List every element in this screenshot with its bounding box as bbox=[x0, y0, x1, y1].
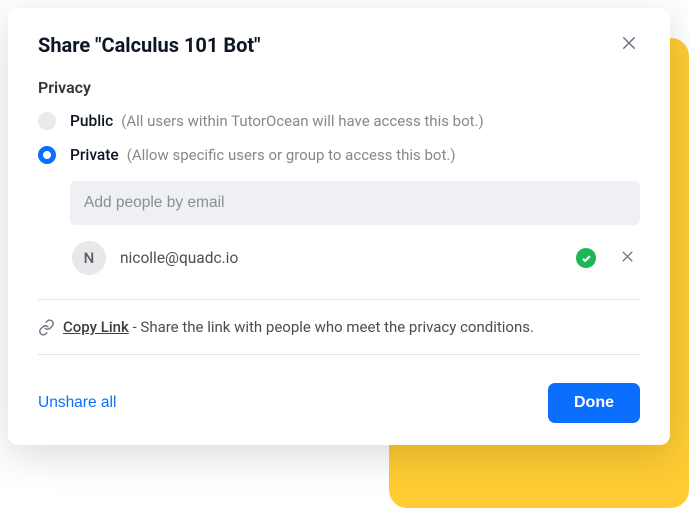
close-icon bbox=[620, 34, 638, 55]
radio-icon-checked bbox=[38, 146, 56, 164]
copy-link-row: Copy Link - Share the link with people w… bbox=[38, 318, 640, 336]
radio-public[interactable]: Public (All users within TutorOcean will… bbox=[38, 111, 640, 130]
modal-footer: Unshare all Done bbox=[38, 383, 640, 423]
verified-check-icon bbox=[576, 248, 596, 268]
link-icon bbox=[38, 319, 55, 336]
close-button[interactable] bbox=[618, 32, 640, 57]
radio-private-text: Private (Allow specific users or group t… bbox=[70, 145, 456, 164]
done-button[interactable]: Done bbox=[548, 383, 640, 423]
radio-public-label: Public bbox=[70, 112, 113, 130]
copy-link-description: - Share the link with people who meet th… bbox=[129, 318, 534, 336]
radio-icon-unchecked bbox=[38, 112, 56, 130]
radio-private-hint: (Allow specific users or group to access… bbox=[127, 146, 456, 164]
divider bbox=[38, 354, 640, 355]
copy-link-text-wrap: Copy Link - Share the link with people w… bbox=[63, 318, 534, 336]
modal-header: Share "Calculus 101 Bot" bbox=[38, 32, 640, 58]
copy-link-button[interactable]: Copy Link bbox=[63, 318, 129, 336]
remove-person-button[interactable] bbox=[616, 247, 638, 269]
radio-private[interactable]: Private (Allow specific users or group t… bbox=[38, 145, 640, 164]
unshare-all-button[interactable]: Unshare all bbox=[38, 394, 116, 412]
radio-private-label: Private bbox=[70, 146, 119, 164]
shared-person-row: N nicolle@quadc.io bbox=[70, 241, 640, 275]
radio-public-hint: (All users within TutorOcean will have a… bbox=[121, 112, 484, 130]
divider bbox=[38, 299, 640, 300]
radio-public-text: Public (All users within TutorOcean will… bbox=[70, 111, 484, 130]
person-email: nicolle@quadc.io bbox=[120, 249, 562, 267]
privacy-radio-group: Public (All users within TutorOcean will… bbox=[38, 111, 640, 275]
share-modal: Share "Calculus 101 Bot" Privacy Public … bbox=[8, 8, 670, 445]
modal-title: Share "Calculus 101 Bot" bbox=[38, 32, 261, 58]
add-people-email-input[interactable] bbox=[70, 181, 640, 225]
x-icon bbox=[620, 249, 635, 267]
private-settings-block: N nicolle@quadc.io bbox=[70, 179, 640, 275]
privacy-section-label: Privacy bbox=[38, 78, 640, 97]
avatar: N bbox=[72, 241, 106, 275]
